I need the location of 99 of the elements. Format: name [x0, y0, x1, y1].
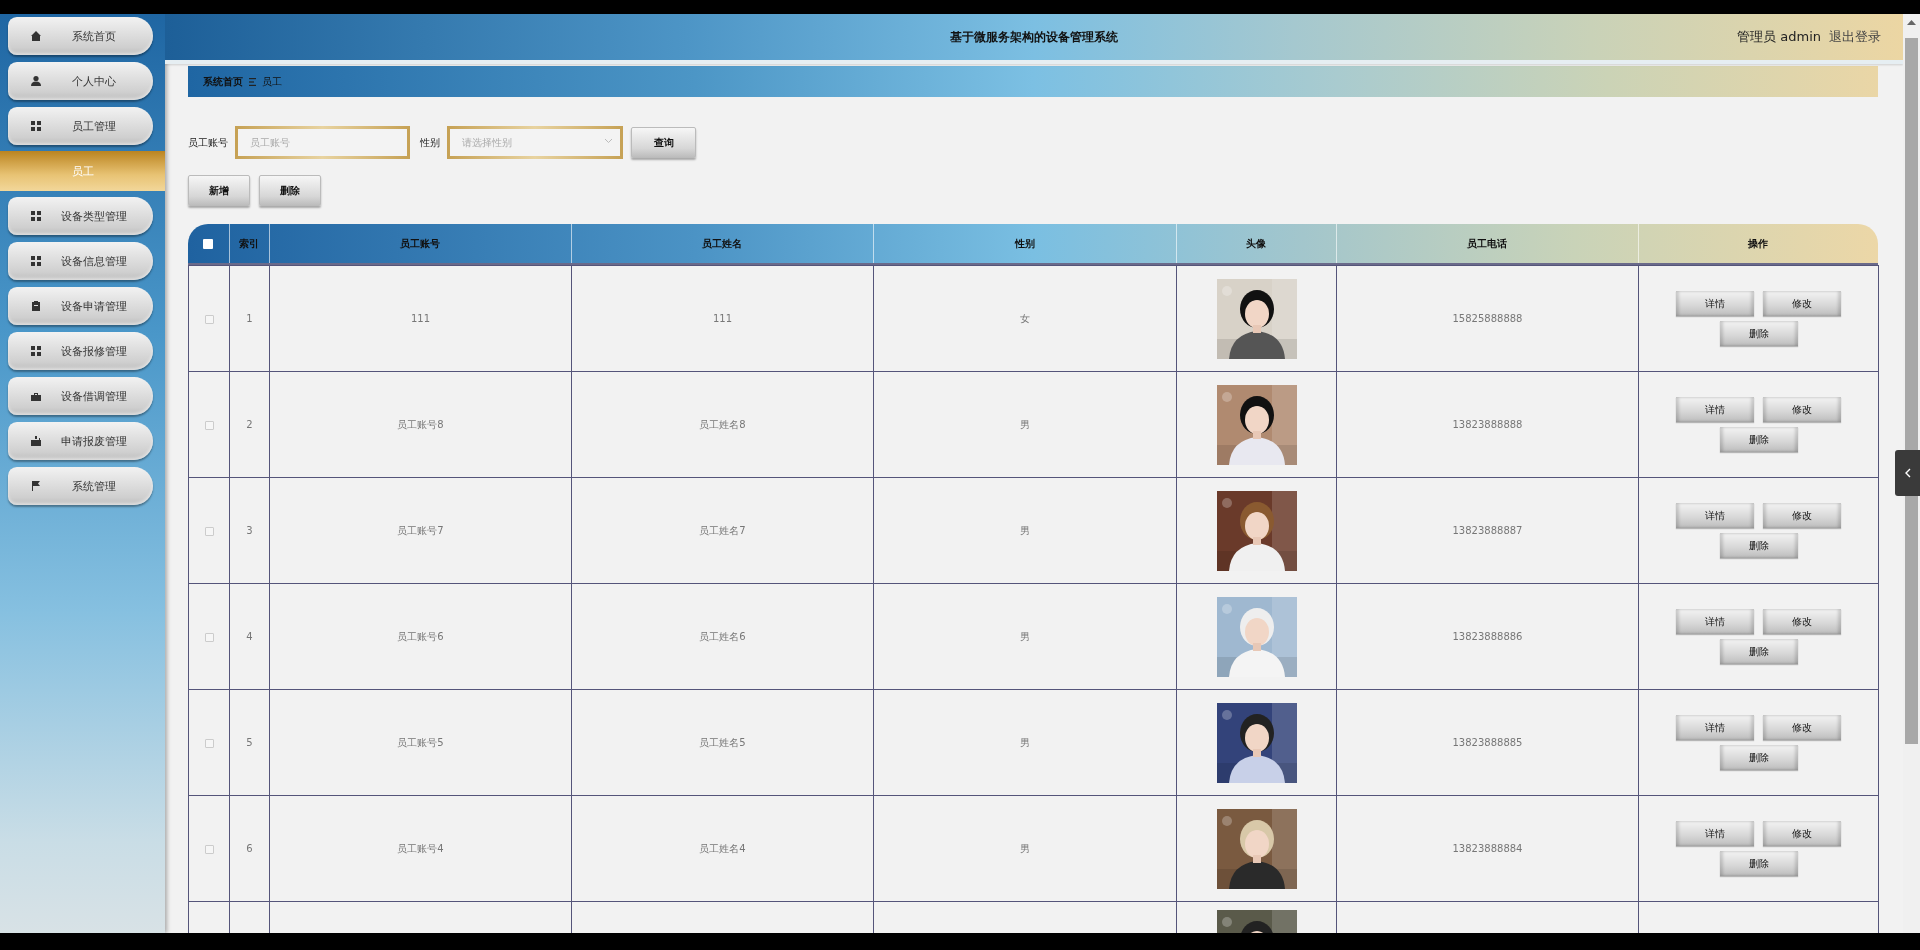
- column-header: 索引: [239, 237, 259, 249]
- sidebar-item[interactable]: 个人中心: [8, 62, 153, 100]
- row-action-button[interactable]: 删除: [1719, 745, 1798, 770]
- row-action-button[interactable]: 修改: [1763, 821, 1841, 846]
- table-cell: 员工账号6: [397, 629, 444, 644]
- table-cell: 员工账号7: [397, 523, 444, 538]
- table-cell: 员工姓名8: [699, 417, 746, 432]
- grid-icon: [30, 345, 42, 357]
- table-cell: 13823888888: [1452, 419, 1523, 430]
- home-icon: [30, 30, 42, 42]
- table-cell: 15825888888: [1452, 313, 1523, 324]
- sidebar-item[interactable]: 设备申请管理: [8, 287, 153, 325]
- table-cell: 2: [246, 419, 253, 430]
- row-checkbox[interactable]: [204, 526, 214, 536]
- sidebar-item[interactable]: 系统首页: [8, 17, 153, 55]
- wallet-icon: [30, 435, 42, 447]
- account-field[interactable]: 员工账号: [235, 126, 410, 159]
- table-cell: 男: [1020, 523, 1030, 538]
- column-header: 头像: [1246, 237, 1266, 249]
- row-action-button[interactable]: 详情: [1676, 503, 1754, 528]
- table-cell: 员工姓名4: [699, 841, 746, 856]
- grid-icon: [30, 210, 42, 222]
- row-action-button[interactable]: 详情: [1676, 715, 1754, 740]
- table-cell: 员工姓名5: [699, 735, 746, 750]
- collapse-tab[interactable]: [1895, 450, 1920, 496]
- table-cell: 4: [246, 631, 253, 642]
- sidebar-item[interactable]: 系统管理: [8, 467, 153, 505]
- filter-label: 员工账号: [188, 135, 228, 150]
- table-cell: 员工姓名7: [699, 523, 746, 538]
- row-checkbox[interactable]: [204, 420, 214, 430]
- column-header: 员工账号: [400, 237, 440, 249]
- table-cell: 13823888886: [1452, 631, 1523, 642]
- gender-select[interactable]: 请选择性别: [447, 126, 623, 159]
- sidebar-item[interactable]: 员工管理: [8, 107, 153, 145]
- briefcase-icon: [30, 390, 42, 402]
- logout-link[interactable]: 退出登录: [1829, 28, 1881, 46]
- table-cell: 员工账号4: [397, 841, 444, 856]
- row-action-button[interactable]: 删除: [1719, 851, 1798, 876]
- row-action-button[interactable]: 修改: [1763, 503, 1841, 528]
- action-button[interactable]: 新增: [188, 175, 250, 206]
- clipboard-icon: [30, 300, 42, 312]
- sidebar-item[interactable]: 设备借调管理: [8, 377, 153, 415]
- table-cell: 员工账号8: [397, 417, 444, 432]
- table-cell: 男: [1020, 841, 1030, 856]
- row-action-button[interactable]: 删除: [1719, 533, 1798, 558]
- table-cell: 13823888885: [1452, 737, 1523, 748]
- row-action-button[interactable]: 修改: [1763, 291, 1841, 316]
- column-header: 操作: [1748, 237, 1769, 249]
- row-action-button[interactable]: 详情: [1676, 609, 1754, 634]
- row-action-button[interactable]: 删除: [1719, 427, 1798, 452]
- row-checkbox[interactable]: [204, 738, 214, 748]
- separator-icon: [249, 77, 256, 86]
- sidebar-item[interactable]: 设备信息管理: [8, 242, 153, 280]
- row-action-button[interactable]: 详情: [1676, 291, 1754, 316]
- row-action-button[interactable]: 修改: [1763, 397, 1841, 422]
- sidebar-item[interactable]: 申请报废管理: [8, 422, 153, 460]
- column-header: 性别: [1014, 237, 1035, 249]
- table-cell: 男: [1020, 417, 1030, 432]
- table-cell: 3: [246, 525, 253, 536]
- system-title: 基于微服务架构的设备管理系统: [950, 28, 1118, 46]
- chevron-down-icon: [604, 138, 613, 144]
- row-action-button[interactable]: 删除: [1719, 321, 1798, 346]
- row-checkbox[interactable]: [204, 314, 214, 324]
- table-cell: 13823888884: [1452, 843, 1523, 854]
- scroll-up-icon[interactable]: [1907, 20, 1916, 25]
- row-action-button[interactable]: 详情: [1676, 821, 1754, 846]
- select-all-checkbox[interactable]: [203, 239, 214, 249]
- column-header: 员工电话: [1467, 237, 1507, 249]
- filter-label: 性别: [420, 135, 440, 150]
- row-action-button[interactable]: 修改: [1763, 609, 1841, 634]
- chevron-left-icon: [1904, 468, 1911, 478]
- sidebar-item[interactable]: 设备类型管理: [8, 197, 153, 235]
- row-checkbox[interactable]: [204, 632, 214, 642]
- grid-icon: [30, 255, 42, 267]
- table-cell: 男: [1020, 629, 1030, 644]
- table-cell: 5: [246, 737, 253, 748]
- flag-icon: [30, 480, 42, 492]
- table-cell: 员工姓名6: [699, 629, 746, 644]
- table-cell: 111: [712, 313, 733, 324]
- row-action-button[interactable]: 详情: [1676, 397, 1754, 422]
- table-cell: 女: [1020, 311, 1030, 326]
- user-icon: [30, 75, 42, 87]
- table-cell: 6: [246, 843, 253, 854]
- table-cell: 男: [1020, 735, 1030, 750]
- row-action-button[interactable]: 删除: [1719, 639, 1798, 664]
- table-cell: 员工账号5: [397, 735, 444, 750]
- row-checkbox[interactable]: [204, 844, 214, 854]
- scrollbar-thumb[interactable]: [1905, 38, 1918, 744]
- action-button[interactable]: 删除: [259, 175, 321, 206]
- breadcrumb-link[interactable]: 员工: [262, 74, 282, 89]
- sidebar-item[interactable]: 设备报修管理: [8, 332, 153, 370]
- table-cell: 13823888887: [1452, 525, 1523, 536]
- user-name: 管理员 admin: [1737, 28, 1821, 46]
- table-cell: 1: [246, 313, 253, 324]
- column-header: 员工姓名: [702, 237, 742, 249]
- search-button[interactable]: 查询: [631, 127, 696, 158]
- table-cell: 111: [410, 313, 431, 324]
- grid-icon: [30, 120, 42, 132]
- row-action-button[interactable]: 修改: [1763, 715, 1841, 740]
